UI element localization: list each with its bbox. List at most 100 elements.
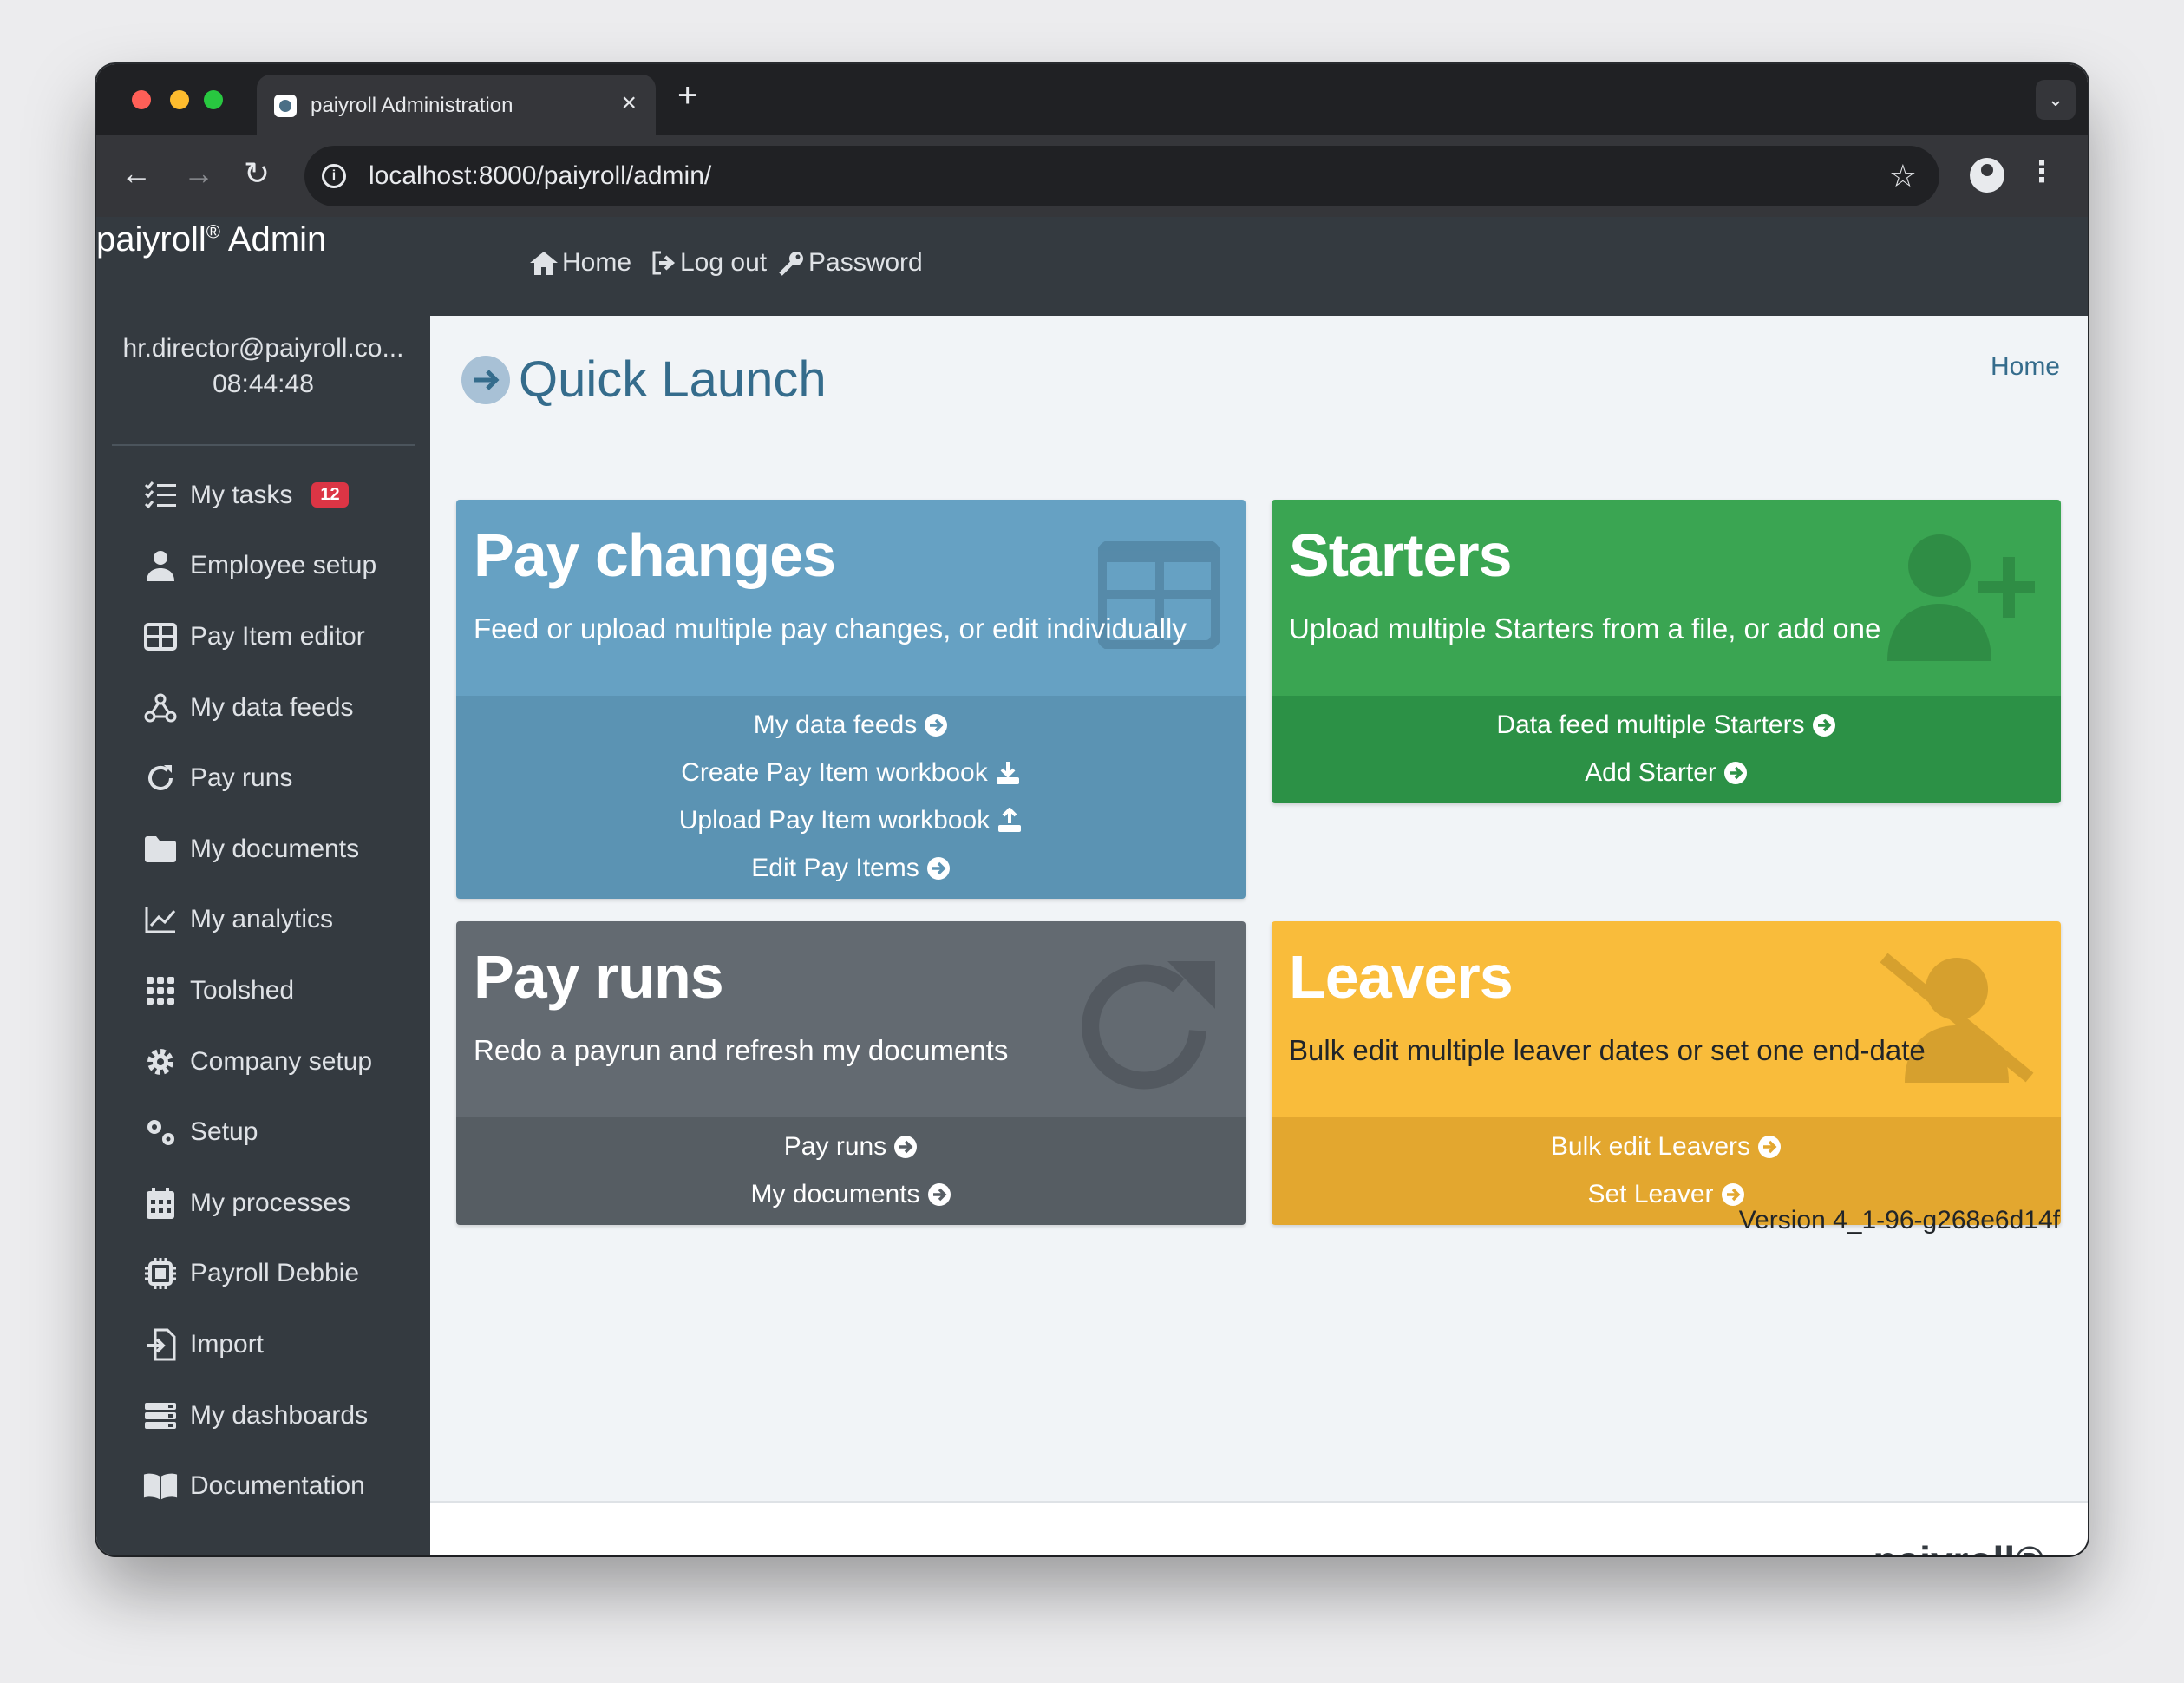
- sidebar-item-pay-item-editor[interactable]: Pay Item editor: [96, 601, 430, 672]
- sidebar: paiyroll® Admin hr.director@paiyroll.co.…: [96, 217, 430, 1555]
- sidebar-item-label: My dashboards: [190, 1400, 369, 1430]
- sidebar-menu: My tasks 12 Employee setup Pay Item edit…: [96, 460, 430, 1522]
- site-info-icon[interactable]: i: [322, 164, 346, 188]
- link-my-data-feeds[interactable]: My data feeds: [456, 701, 1246, 749]
- arrow-circle-right-icon: [925, 713, 948, 737]
- sidebar-item-my-tasks[interactable]: My tasks 12: [96, 460, 430, 531]
- card-links: Pay runs My documents: [456, 1117, 1246, 1225]
- book-icon: [143, 1469, 178, 1503]
- page-title: Quick Launch: [519, 351, 827, 408]
- reload-button[interactable]: ↻: [244, 156, 270, 191]
- card-header: Pay runs Redo a payrun and refresh my do…: [456, 921, 1246, 1117]
- nav-home-label: Home: [562, 248, 632, 277]
- sidebar-item-label: My data feeds: [190, 692, 354, 722]
- card-header: Leavers Bulk edit multiple leaver dates …: [1272, 921, 2061, 1117]
- calendar-icon: [143, 1186, 178, 1221]
- user-email[interactable]: hr.director@paiyroll.co...: [96, 334, 430, 363]
- arrow-circle-right-icon: [1721, 1182, 1744, 1206]
- sidebar-item-label: Pay runs: [190, 763, 293, 793]
- arrow-circle-right-icon: [1758, 1135, 1782, 1158]
- sidebar-item-pay-runs[interactable]: Pay runs: [96, 743, 430, 814]
- sidebar-item-my-data-feeds[interactable]: My data feeds: [96, 672, 430, 743]
- url-text[interactable]: localhost:8000/paiyroll/admin/: [369, 161, 711, 191]
- link-pay-runs[interactable]: Pay runs: [456, 1123, 1246, 1170]
- nav-home-link[interactable]: Home: [529, 248, 631, 278]
- version-text: Version 4_1-96-g268e6d14f: [1738, 1206, 2060, 1234]
- sidebar-item-my-dashboards[interactable]: My dashboards: [96, 1380, 430, 1451]
- sidebar-item-my-analytics[interactable]: My analytics: [96, 885, 430, 956]
- sidebar-item-label: My tasks: [190, 480, 293, 509]
- card-header: Starters Upload multiple Starters from a…: [1272, 500, 2061, 696]
- tab-search-button[interactable]: ⌄: [2036, 80, 2076, 120]
- import-icon: [143, 1327, 178, 1362]
- card-title: Leavers: [1289, 943, 1514, 1011]
- arrow-circle-right-icon: [894, 1135, 918, 1158]
- card-subtitle: Feed or upload multiple pay changes, or …: [474, 612, 1187, 645]
- profile-avatar-icon[interactable]: [1970, 158, 2004, 193]
- nav-logout-link[interactable]: Log out: [651, 248, 767, 278]
- tab-bar: paiyroll Administration × + ⌄: [96, 64, 2088, 135]
- brand-logo[interactable]: paiyroll® Admin: [96, 220, 326, 259]
- bookmark-star-icon[interactable]: ☆: [1889, 158, 1917, 194]
- gears-icon: [143, 1115, 178, 1149]
- sidebar-item-documentation[interactable]: Documentation: [96, 1451, 430, 1522]
- footer-logo: paiyroll®: [1873, 1537, 2045, 1555]
- nav-password-link[interactable]: Password: [779, 248, 923, 278]
- sidebar-item-label: My analytics: [190, 905, 334, 934]
- page-footer: paiyroll®: [430, 1501, 2088, 1555]
- card-starters: Starters Upload multiple Starters from a…: [1272, 500, 2061, 803]
- refresh-icon: [1082, 961, 1215, 1090]
- sidebar-item-label: Toolshed: [190, 975, 295, 1005]
- link-my-documents[interactable]: My documents: [456, 1170, 1246, 1218]
- link-add-starter[interactable]: Add Starter: [1272, 749, 2061, 796]
- sidebar-item-setup[interactable]: Setup: [96, 1097, 430, 1168]
- sidebar-item-my-processes[interactable]: My processes: [96, 1168, 430, 1239]
- sidebar-item-payroll-debbie[interactable]: Payroll Debbie: [96, 1239, 430, 1310]
- link-create-pay-item-workbook[interactable]: Create Pay Item workbook: [456, 749, 1246, 796]
- tab-close-icon[interactable]: ×: [621, 90, 637, 116]
- new-tab-button[interactable]: +: [677, 76, 697, 115]
- table-icon: [143, 619, 178, 654]
- link-bulk-edit-leavers[interactable]: Bulk edit Leavers: [1272, 1123, 2061, 1170]
- sidebar-item-employee-setup[interactable]: Employee setup: [96, 531, 430, 602]
- card-title: Starters: [1289, 521, 1513, 589]
- link-edit-pay-items[interactable]: Edit Pay Items: [456, 844, 1246, 892]
- card-subtitle: Redo a payrun and refresh my documents: [474, 1034, 1009, 1066]
- logout-icon: [652, 251, 676, 275]
- minimize-window-button[interactable]: [170, 90, 189, 109]
- sidebar-item-toolshed[interactable]: Toolshed: [96, 955, 430, 1026]
- sidebar-item-import[interactable]: Import: [96, 1309, 430, 1380]
- link-upload-pay-item-workbook[interactable]: Upload Pay Item workbook: [456, 796, 1246, 844]
- nav-logout-label: Log out: [680, 248, 768, 277]
- arrow-circle-right-icon: [927, 1182, 951, 1206]
- arrow-circle-icon: [461, 356, 510, 404]
- browser-menu-icon[interactable]: ⋮: [2027, 154, 2056, 189]
- upload-icon: [998, 807, 1022, 832]
- card-subtitle: Bulk edit multiple leaver dates or set o…: [1289, 1034, 1926, 1066]
- browser-toolbar: ← → ↻ i localhost:8000/paiyroll/admin/ ☆…: [96, 135, 2088, 217]
- card-title: Pay changes: [474, 521, 836, 589]
- chip-icon: [143, 1256, 178, 1291]
- sidebar-item-label: Documentation: [190, 1471, 365, 1501]
- browser-tab[interactable]: paiyroll Administration ×: [257, 75, 656, 135]
- close-window-button[interactable]: [132, 90, 151, 109]
- folder-icon: [143, 832, 178, 867]
- back-button[interactable]: ←: [121, 156, 152, 191]
- breadcrumb-home[interactable]: Home: [1991, 352, 2060, 382]
- sidebar-item-company-setup[interactable]: Company setup: [96, 1026, 430, 1097]
- arrow-circle-right-icon: [926, 856, 950, 880]
- card-leavers: Leavers Bulk edit multiple leaver dates …: [1272, 921, 2061, 1225]
- sidebar-item-my-documents[interactable]: My documents: [96, 814, 430, 885]
- zoom-window-button[interactable]: [204, 90, 223, 109]
- download-icon: [996, 761, 1019, 784]
- task-count-badge: 12: [311, 482, 349, 508]
- card-pay-runs: Pay runs Redo a payrun and refresh my do…: [456, 921, 1246, 1225]
- user-icon: [143, 548, 178, 583]
- address-bar[interactable]: i localhost:8000/paiyroll/admin/ ☆: [304, 146, 1939, 206]
- forward-button[interactable]: →: [183, 156, 214, 191]
- sidebar-item-label: My documents: [190, 834, 360, 863]
- link-data-feed-multiple-starters[interactable]: Data feed multiple Starters: [1272, 701, 2061, 749]
- card-header: Pay changes Feed or upload multiple pay …: [456, 500, 1246, 696]
- web-page: paiyroll® Admin hr.director@paiyroll.co.…: [96, 217, 2088, 1555]
- card-links: My data feeds Create Pay Item workbook U…: [456, 696, 1246, 899]
